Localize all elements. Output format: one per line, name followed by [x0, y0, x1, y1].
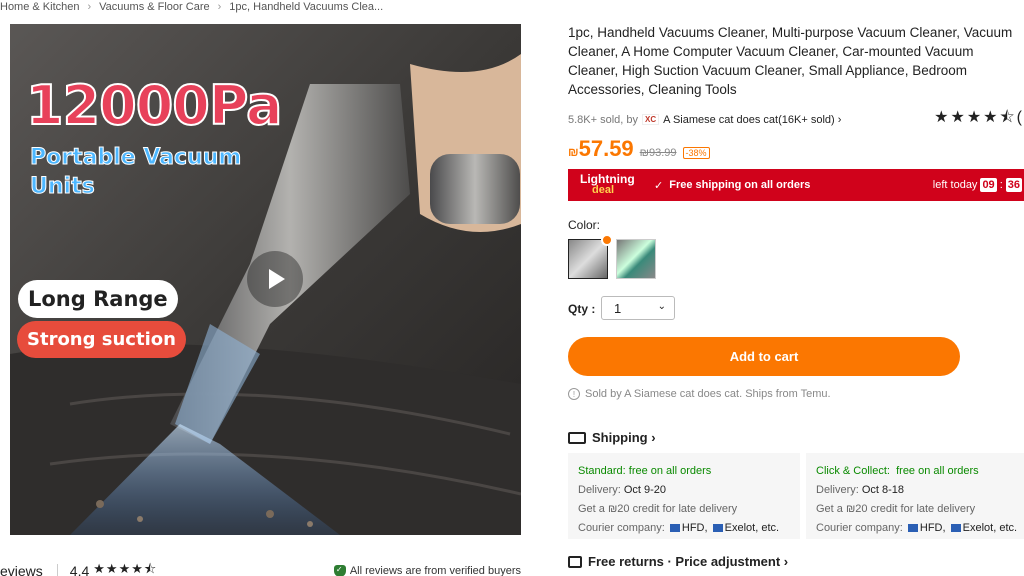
sold-by-notice: ! Sold by A Siamese cat does cat. Ships …	[568, 388, 831, 400]
breadcrumb-separator: ›	[217, 1, 222, 13]
divider	[56, 564, 58, 576]
truck-icon	[568, 431, 586, 444]
qty-select[interactable]: 1 ⌄	[601, 296, 675, 320]
color-swatch-2[interactable]	[616, 239, 656, 279]
exelot-icon	[950, 524, 961, 533]
original-price: ₪93.99	[639, 147, 677, 159]
breadcrumb-separator: ›	[87, 1, 92, 13]
price-value: 57.59	[578, 136, 634, 161]
check-icon: ✓	[654, 179, 664, 192]
timer-minutes: 36	[1005, 178, 1022, 192]
delivery-date: Oct 8-18	[861, 484, 905, 496]
reviews-label[interactable]: eviews	[0, 563, 43, 576]
media-pill-strong-suction: Strong suction	[17, 321, 186, 358]
standard-courier: Courier company: HFD, Exelot, etc.	[578, 519, 790, 538]
lightning-deal-label: Lightning deal	[568, 173, 648, 196]
free-shipping-text: Free shipping on all orders	[669, 179, 811, 191]
hot-badge-icon	[601, 234, 613, 246]
collect-title: Click & Collect: free on all orders	[816, 462, 1014, 481]
shipping-card-collect: Click & Collect: free on all orders Deli…	[806, 453, 1024, 539]
collect-title-2: free on all orders	[896, 465, 979, 477]
delivery-label: Delivery:	[578, 484, 621, 496]
store-name: A Siamese cat does cat(16K+ sold)	[663, 113, 835, 126]
collect-credit: Get a ₪20 credit for late delivery	[816, 503, 976, 515]
shipping-heading-text: Shipping ›	[592, 430, 656, 445]
shipping-card-standard: Standard: free on all orders Delivery: O…	[568, 453, 800, 539]
add-to-cart-button[interactable]: Add to cart	[568, 337, 960, 376]
reviews-score: 4.4	[69, 563, 90, 576]
returns-icon	[568, 555, 582, 568]
courier-label: Courier company:	[816, 522, 903, 534]
reviews-stars: ★★★★⯪	[93, 561, 158, 576]
free-shipping-notice: ✓ Free shipping on all orders	[654, 179, 810, 192]
media-pill-long-range: Long Range	[18, 280, 178, 318]
verified-text: All reviews are from verified buyers	[349, 565, 521, 576]
breadcrumb-current: 1pc, Handheld Vacuums Clea...	[229, 1, 384, 13]
deal-timer: left today 09 : 36	[933, 178, 1024, 192]
shield-check-icon	[333, 565, 346, 576]
lightning-deal-banner: Lightning deal ✓ Free shipping on all or…	[568, 169, 1024, 201]
current-price: ₪57.59	[568, 136, 634, 162]
delivery-date: Oct 9-20	[623, 484, 667, 496]
sold-count: 5.8K+ sold, by	[568, 113, 639, 126]
timer-hours: 09	[980, 178, 997, 192]
color-swatch-1[interactable]	[568, 234, 613, 279]
qty-value: 1	[614, 300, 622, 316]
standard-delivery: Delivery: Oct 9-20	[578, 481, 790, 500]
media-subheadline: Portable Vacuum Units	[30, 144, 242, 199]
courier-hfd: HFD,	[919, 522, 946, 534]
standard-credit: Get a ₪20 credit for late delivery	[578, 503, 738, 515]
breadcrumb-vacuums[interactable]: Vacuums & Floor Care	[99, 1, 209, 13]
courier-hfd: HFD,	[681, 522, 708, 534]
breadcrumb: Home & Kitchen › Vacuums & Floor Care › 1pc,…	[0, 1, 383, 13]
courier-label: Courier company:	[578, 522, 665, 534]
collect-delivery: Delivery: Oct 8-18	[816, 481, 1014, 500]
store-badge: XC	[642, 114, 660, 125]
delivery-label: Delivery:	[816, 484, 859, 496]
product-title: 1pc, Handheld Vacuums Cleaner, Multi-pur…	[568, 25, 1013, 97]
courier-exelot: Exelot,	[724, 522, 759, 534]
qty-label: Qty :	[568, 302, 596, 316]
left-today-text: left today	[932, 179, 978, 191]
chevron-down-icon: ⌄	[657, 301, 666, 312]
price-row: ₪57.59 ₪93.99 -38%	[568, 136, 710, 162]
shipping-heading[interactable]: Shipping ›	[568, 430, 656, 445]
rating-stars[interactable]: ★★★★⯪(	[934, 106, 1024, 133]
color-label: Color:	[568, 218, 601, 232]
discount-badge: -38%	[682, 147, 710, 159]
media-headline: 12000Pa	[25, 73, 283, 138]
sold-row: 5.8K+ sold, by XC A Siamese cat does cat…	[568, 106, 1024, 133]
free-returns-text: Free returns · Price adjustment ›	[588, 554, 789, 569]
chevron-right-icon: ›	[837, 113, 842, 126]
verified-notice: All reviews are from verified buyers	[333, 565, 521, 576]
hfd-icon	[669, 524, 680, 533]
reviews-bar: eviews 4.4 ★★★★⯪ All reviews are from ve…	[0, 560, 521, 576]
standard-title: Standard: free on all orders	[578, 465, 712, 477]
play-video-button[interactable]	[247, 251, 303, 307]
hfd-icon	[907, 524, 918, 533]
sold-by-text: Sold by A Siamese cat does cat. Ships fr…	[585, 388, 831, 400]
collect-courier: Courier company: HFD, Exelot, etc.	[816, 519, 1018, 538]
deal-text: deal	[592, 184, 615, 196]
exelot-icon	[712, 524, 723, 533]
product-media[interactable]: 12000Pa Portable Vacuum Units Long Range…	[10, 24, 521, 535]
store-link[interactable]: A Siamese cat does cat(16K+ sold) ›	[663, 114, 841, 126]
free-returns-link[interactable]: Free returns · Price adjustment ›	[568, 554, 788, 569]
courier-etc: etc.	[999, 522, 1018, 534]
collect-title-1: Click & Collect:	[816, 465, 890, 477]
info-icon: !	[568, 388, 580, 400]
courier-etc: etc.	[761, 522, 780, 534]
breadcrumb-home-kitchen[interactable]: Home & Kitchen	[0, 1, 79, 13]
currency-symbol: ₪	[568, 145, 579, 159]
courier-exelot: Exelot,	[962, 522, 997, 534]
timer-separator: :	[999, 179, 1003, 191]
